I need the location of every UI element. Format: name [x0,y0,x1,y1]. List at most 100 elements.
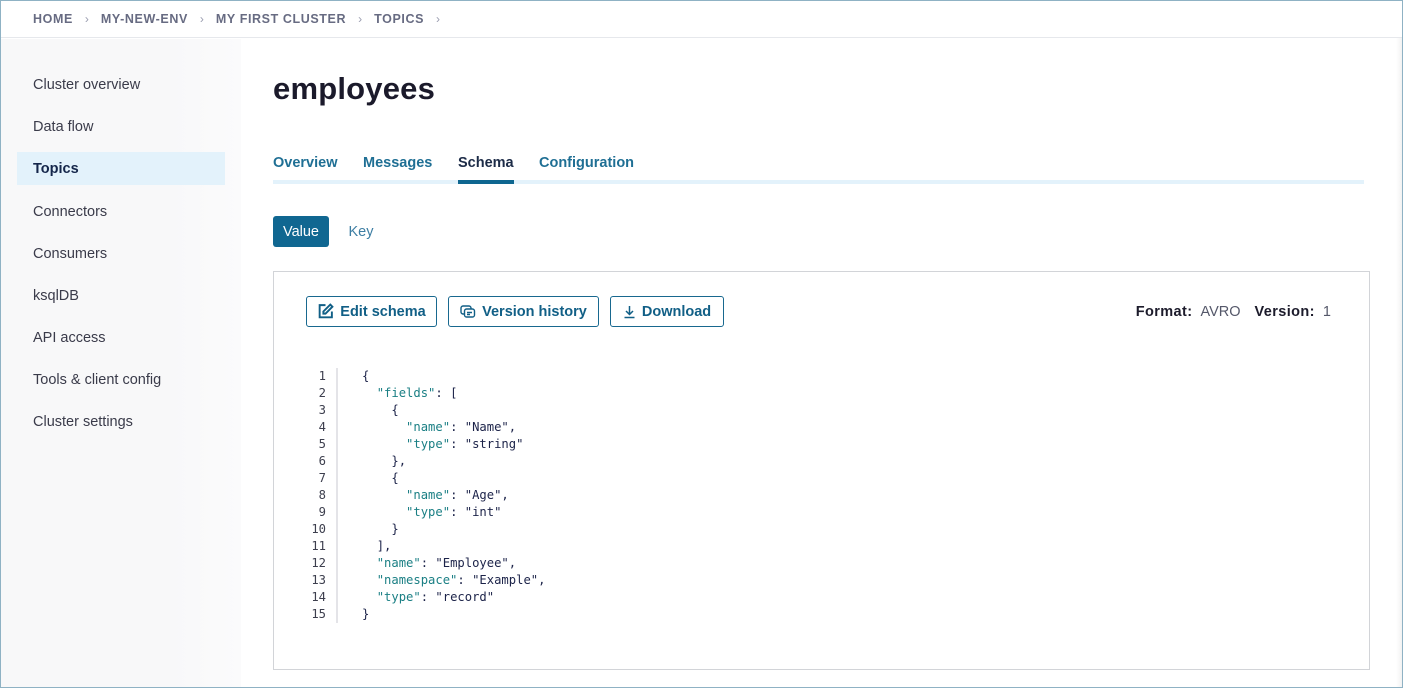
json-key: "name" [406,488,451,502]
line-number: 7 [318,471,326,485]
download-icon [624,305,635,318]
chevron-right-icon: › [199,11,204,26]
line-number: 10 [311,522,326,536]
json-value: : "Name", [450,420,517,434]
chevron-right-icon: › [84,11,89,26]
download-button[interactable]: Download [610,296,724,327]
line-number: 5 [318,437,326,451]
line-number: 11 [311,539,326,553]
tab-schema[interactable]: Schema [458,155,514,184]
line-number: 3 [318,403,326,417]
tab-configuration[interactable]: Configuration [539,155,634,180]
sidebar-item-topics[interactable]: Topics [17,152,225,185]
sidebar-item-tools-client-config[interactable]: Tools & client config [17,363,225,396]
version-history-button[interactable]: Version history [448,296,599,327]
sidebar-item-connectors[interactable]: Connectors [17,195,225,228]
segment-value[interactable]: Value [273,216,329,247]
main-content: employees Overview Messages Schema Confi… [241,39,1396,687]
json-key: "name" [406,420,451,434]
json-value: : "string" [450,437,524,451]
page-title: employees [273,71,436,106]
code-line: ], [362,538,545,555]
segment-key[interactable]: Key [337,216,385,247]
schema-meta: Format: AVRO Version: 1 [1136,304,1337,320]
sidebar-item-ksqldb[interactable]: ksqlDB [17,279,225,312]
version-history-label: Version history [482,303,587,320]
json-value: : "Age", [450,488,509,502]
json-key: "namespace" [376,573,458,587]
json-value: } [391,522,399,536]
tab-messages[interactable]: Messages [363,155,432,180]
edit-schema-button[interactable]: Edit schema [306,296,437,327]
json-key: "type" [406,505,451,519]
sidebar-item-data-flow[interactable]: Data flow [17,110,225,143]
json-value: { [362,369,370,383]
json-value: : [ [435,386,458,400]
sidebar-item-api-access[interactable]: API access [17,321,225,354]
json-key: "fields" [376,386,436,400]
code-line: "name": "Employee", [362,555,545,572]
edit-schema-label: Edit schema [340,303,426,320]
line-number: 1 [318,369,326,383]
code-line: "name": "Age", [362,487,545,504]
json-value: { [391,403,399,417]
code-line: } [362,606,545,623]
json-key: "type" [376,590,421,604]
line-number: 2 [318,386,326,400]
code-line: "name": "Name", [362,419,545,436]
json-key: "name" [376,556,421,570]
sidebar-item-cluster-overview[interactable]: Cluster overview [17,68,225,101]
version-value: 1 [1322,304,1331,320]
sidebar-item-cluster-settings[interactable]: Cluster settings [17,405,225,438]
line-number: 6 [318,454,326,468]
json-key: "type" [406,437,451,451]
breadcrumb-home[interactable]: HOME [33,12,73,26]
code-line: } [362,521,545,538]
code-line: "namespace": "Example", [362,572,546,589]
edit-icon [318,303,335,319]
json-value: }, [391,454,407,468]
code-line: "type": "record" [362,589,545,606]
format-label: Format: [1135,304,1193,320]
json-value: : "int" [450,505,502,519]
scroll-shadow [1396,38,1402,687]
version-history-icon [460,304,476,318]
json-value: : "Employee", [420,556,517,570]
breadcrumb-topics[interactable]: TOPICS [374,12,424,26]
line-number: 4 [318,420,326,434]
chevron-right-icon: › [436,11,441,26]
tab-bar: Overview Messages Schema Configuration [273,151,1364,184]
json-value: { [391,471,399,485]
line-number: 14 [311,590,326,604]
json-value: : "Example", [457,573,546,587]
chevron-right-icon: › [358,11,363,26]
code-line: { [362,368,545,385]
code-line: }, [362,453,545,470]
code-line: { [362,402,545,419]
code-line: "type": "string" [362,436,545,453]
tab-overview[interactable]: Overview [273,155,338,180]
format-value: AVRO [1200,304,1241,320]
line-number: 15 [311,607,326,621]
line-number: 12 [311,556,326,570]
breadcrumb-cluster[interactable]: MY FIRST CLUSTER [216,12,346,26]
download-label: Download [641,303,712,320]
breadcrumb: HOME › MY-NEW-ENV › MY FIRST CLUSTER › T… [0,0,1403,38]
breadcrumb-environment[interactable]: MY-NEW-ENV [101,12,188,26]
sidebar: Cluster overview Data flow Topics Connec… [1,39,241,687]
code-lines: { "fields": [ { "name": "Name", "type": … [362,368,545,623]
line-number: 8 [318,488,326,502]
line-number: 9 [318,505,326,519]
sidebar-item-consumers[interactable]: Consumers [17,237,225,270]
